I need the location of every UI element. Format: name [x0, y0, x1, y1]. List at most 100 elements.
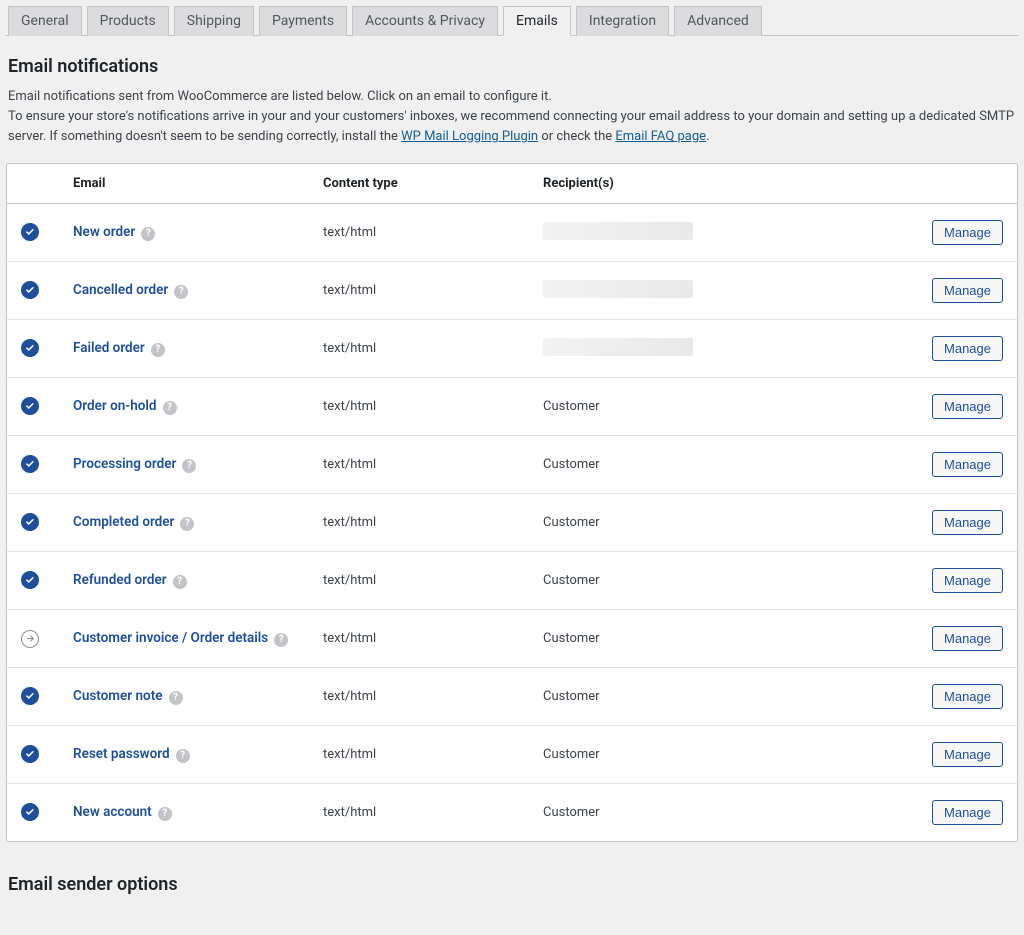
email-name-link[interactable]: Order on-hold [73, 398, 157, 414]
link-wp-mail-logging[interactable]: WP Mail Logging Plugin [401, 129, 538, 144]
cell-status [7, 378, 59, 436]
cell-action: Manage [918, 494, 1017, 552]
cell-email-name: Customer note? [59, 668, 309, 726]
email-table: Email Content type Recipient(s) New orde… [7, 164, 1017, 841]
cell-content-type: text/html [309, 726, 529, 784]
cell-status [7, 262, 59, 320]
tab-integration[interactable]: Integration [576, 6, 669, 36]
cell-email-name: Processing order? [59, 436, 309, 494]
email-row: Cancelled order? text/html Manage [7, 262, 1017, 320]
cell-recipient: Customer [529, 610, 918, 668]
status-enabled-icon [21, 513, 39, 531]
link-email-faq[interactable]: Email FAQ page [615, 129, 706, 144]
tab-products[interactable]: Products [87, 6, 169, 36]
manage-button[interactable]: Manage [932, 510, 1003, 535]
col-ctype-header: Content type [309, 164, 529, 204]
email-name-link[interactable]: Cancelled order [73, 282, 168, 298]
cell-content-type: text/html [309, 668, 529, 726]
col-recip-header: Recipient(s) [529, 164, 918, 204]
cell-status [7, 784, 59, 842]
intro-line-2c: . [706, 129, 709, 144]
cell-status [7, 320, 59, 378]
help-icon[interactable]: ? [176, 749, 190, 763]
help-icon[interactable]: ? [274, 633, 288, 647]
cell-status [7, 204, 59, 262]
status-enabled-icon [21, 281, 39, 299]
help-icon[interactable]: ? [174, 285, 188, 299]
manage-button[interactable]: Manage [932, 452, 1003, 477]
cell-recipient: Customer [529, 494, 918, 552]
email-name-link[interactable]: Processing order [73, 456, 176, 472]
manage-button[interactable]: Manage [932, 220, 1003, 245]
tab-payments[interactable]: Payments [259, 6, 347, 36]
manage-button[interactable]: Manage [932, 742, 1003, 767]
tab-emails[interactable]: Emails [503, 6, 571, 36]
tab-shipping[interactable]: Shipping [174, 6, 254, 36]
cell-content-type: text/html [309, 320, 529, 378]
help-icon[interactable]: ? [182, 459, 196, 473]
cell-action: Manage [918, 726, 1017, 784]
cell-action: Manage [918, 320, 1017, 378]
col-action-header [918, 164, 1017, 204]
email-name-link[interactable]: Failed order [73, 340, 145, 356]
status-enabled-icon [21, 687, 39, 705]
cell-recipient: Customer [529, 726, 918, 784]
cell-email-name: Customer invoice / Order details? [59, 610, 309, 668]
cell-content-type: text/html [309, 610, 529, 668]
email-row: Failed order?text/htmlManage [7, 320, 1017, 378]
help-icon[interactable]: ? [158, 807, 172, 821]
tab-advanced[interactable]: Advanced [674, 6, 762, 36]
cell-content-type: text/html [309, 552, 529, 610]
help-icon[interactable]: ? [180, 517, 194, 531]
cell-recipient: Customer [529, 378, 918, 436]
cell-action: Manage [918, 784, 1017, 842]
help-icon[interactable]: ? [173, 575, 187, 589]
cell-action: Manage [918, 204, 1017, 262]
manage-button[interactable]: Manage [932, 800, 1003, 825]
cell-email-name: New order? [59, 204, 309, 262]
help-icon[interactable]: ? [163, 401, 177, 415]
email-row: New account?text/htmlCustomerManage [7, 784, 1017, 842]
cell-recipient: Customer [529, 668, 918, 726]
cell-status [7, 726, 59, 784]
cell-action: Manage [918, 262, 1017, 320]
manage-button[interactable]: Manage [932, 626, 1003, 651]
help-icon[interactable]: ? [141, 227, 155, 241]
cell-action: Manage [918, 436, 1017, 494]
email-row: Customer invoice / Order details?text/ht… [7, 610, 1017, 668]
cell-content-type: text/html [309, 262, 529, 320]
cell-action: Manage [918, 552, 1017, 610]
email-name-link[interactable]: Reset password [73, 746, 170, 762]
cell-content-type: text/html [309, 784, 529, 842]
cell-action: Manage [918, 610, 1017, 668]
cell-status [7, 494, 59, 552]
email-row: Customer note?text/htmlCustomerManage [7, 668, 1017, 726]
email-name-link[interactable]: Customer note [73, 688, 163, 704]
table-header-row: Email Content type Recipient(s) [7, 164, 1017, 204]
tab-general[interactable]: General [8, 6, 82, 36]
cell-email-name: Reset password? [59, 726, 309, 784]
help-icon[interactable]: ? [169, 691, 183, 705]
email-name-link[interactable]: Completed order [73, 514, 174, 530]
cell-content-type: text/html [309, 494, 529, 552]
manage-button[interactable]: Manage [932, 278, 1003, 303]
tab-accounts-privacy[interactable]: Accounts & Privacy [352, 6, 498, 36]
cell-content-type: text/html [309, 204, 529, 262]
email-name-link[interactable]: Customer invoice / Order details [73, 630, 268, 646]
cell-content-type: text/html [309, 378, 529, 436]
manage-button[interactable]: Manage [932, 336, 1003, 361]
cell-recipient: Customer [529, 784, 918, 842]
email-name-link[interactable]: New account [73, 804, 152, 820]
help-icon[interactable]: ? [151, 343, 165, 357]
cell-email-name: Failed order? [59, 320, 309, 378]
cell-email-name: New account? [59, 784, 309, 842]
redacted-recipient [543, 280, 693, 298]
status-manual-icon [21, 630, 39, 648]
manage-button[interactable]: Manage [932, 684, 1003, 709]
manage-button[interactable]: Manage [932, 568, 1003, 593]
cell-recipient [529, 320, 918, 378]
email-name-link[interactable]: Refunded order [73, 572, 167, 588]
email-name-link[interactable]: New order [73, 224, 135, 240]
manage-button[interactable]: Manage [932, 394, 1003, 419]
redacted-recipient [543, 222, 693, 240]
